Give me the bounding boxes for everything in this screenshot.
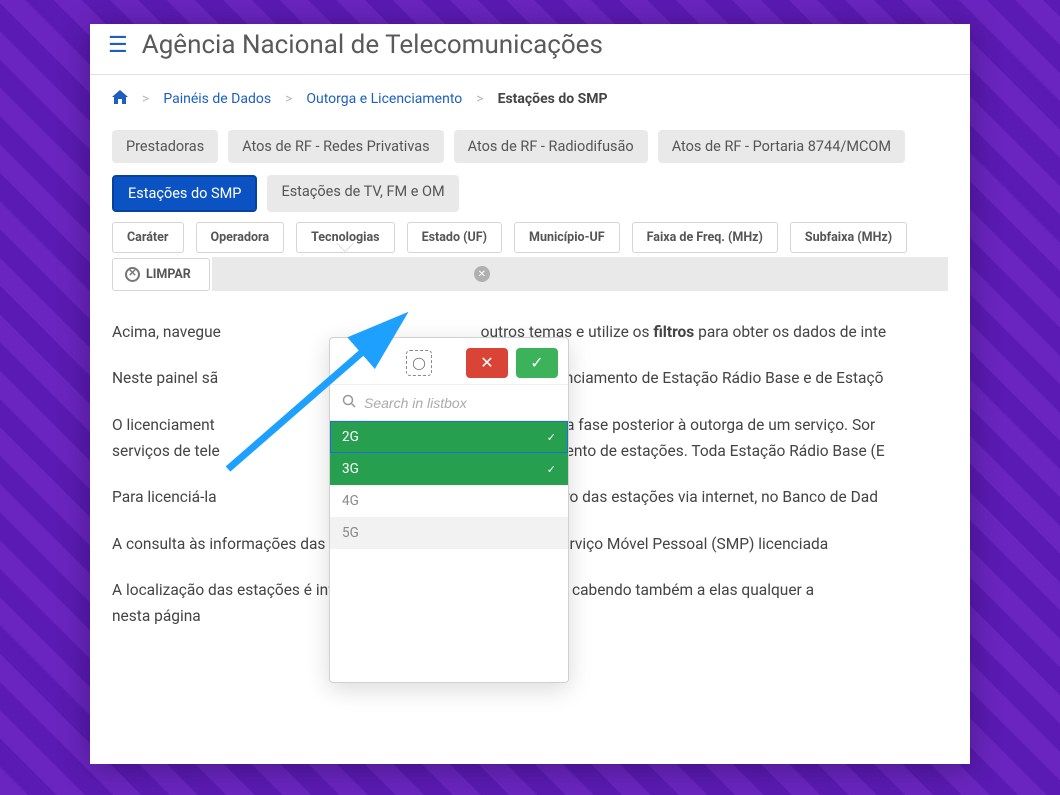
clear-button[interactable]: ✕ LIMPAR: [112, 258, 210, 291]
clear-applied-icon[interactable]: ✕: [474, 266, 490, 282]
chip-estacoes-smp[interactable]: Estações do SMP: [112, 175, 257, 212]
filter-estado[interactable]: Estado (UF): [407, 222, 502, 253]
breadcrumb-sep: >: [142, 91, 149, 107]
search-icon: [342, 393, 356, 412]
topic-chips-row2: Estações do SMP Estações de TV, FM e OM: [90, 167, 970, 216]
chip-portaria[interactable]: Atos de RF - Portaria 8744/MCOM: [658, 130, 905, 163]
filter-faixa[interactable]: Faixa de Freq. (MHz): [632, 222, 778, 253]
filter-bar: Caráter Operadora Tecnologias Estado (UF…: [90, 216, 970, 253]
breadcrumb: > Painéis de Dados > Outorga e Licenciam…: [90, 75, 970, 122]
topic-chips: Prestadoras Atos de RF - Redes Privativa…: [90, 122, 970, 167]
filter-tecnologias[interactable]: Tecnologias: [296, 222, 394, 253]
dropdown-list: 2G ✓ 3G ✓ 4G 5G: [330, 421, 568, 549]
dropdown-search: [330, 384, 568, 421]
filter-municipio[interactable]: Município-UF: [514, 222, 620, 253]
dropdown-item-4g[interactable]: 4G: [330, 485, 568, 517]
dropdown-toolbar: ◯ ✕ ✓: [330, 338, 568, 384]
dropdown-item-2g[interactable]: 2G ✓: [330, 421, 568, 453]
menu-icon[interactable]: ☰: [108, 33, 128, 58]
filter-subfaixa[interactable]: Subfaixa (MHz): [790, 222, 907, 253]
close-circle-icon: ✕: [125, 267, 140, 282]
check-icon: ✓: [547, 431, 556, 444]
chip-estacoes-tv[interactable]: Estações de TV, FM e OM: [267, 175, 458, 212]
dropdown-item-5g[interactable]: 5G: [330, 517, 568, 549]
home-icon[interactable]: [112, 89, 128, 108]
chip-prestadoras[interactable]: Prestadoras: [112, 130, 218, 163]
chip-redes-privativas[interactable]: Atos de RF - Redes Privativas: [228, 130, 443, 163]
page-header: ☰ Agência Nacional de Telecomunicações: [90, 24, 970, 74]
breadcrumb-sep: >: [285, 91, 292, 107]
cancel-button[interactable]: ✕: [466, 348, 508, 378]
tecnologias-dropdown: ◯ ✕ ✓ 2G ✓ 3G ✓ 4G 5G: [329, 337, 569, 683]
filter-operadora[interactable]: Operadora: [196, 222, 285, 253]
search-input[interactable]: [364, 395, 556, 411]
breadcrumb-link[interactable]: Painéis de Dados: [163, 91, 271, 107]
check-icon: ✓: [547, 463, 556, 476]
breadcrumb-link[interactable]: Outorga e Licenciamento: [306, 91, 462, 107]
breadcrumb-current: Estações do SMP: [498, 91, 608, 107]
clear-label: LIMPAR: [146, 267, 191, 282]
chip-radiodifusao[interactable]: Atos de RF - Radiodifusão: [454, 130, 648, 163]
breadcrumb-sep: >: [476, 91, 483, 107]
applied-filters-strip: ✕: [212, 257, 948, 291]
page-title: Agência Nacional de Telecomunicações: [142, 30, 603, 60]
browser-content-frame: ☰ Agência Nacional de Telecomunicações >…: [90, 24, 970, 764]
filter-carater[interactable]: Caráter: [112, 222, 184, 253]
action-bar: ✕ LIMPAR ✕: [90, 253, 970, 291]
select-all-icon[interactable]: ◯: [406, 350, 432, 376]
apply-button[interactable]: ✓: [516, 348, 558, 378]
dropdown-item-3g[interactable]: 3G ✓: [330, 453, 568, 485]
